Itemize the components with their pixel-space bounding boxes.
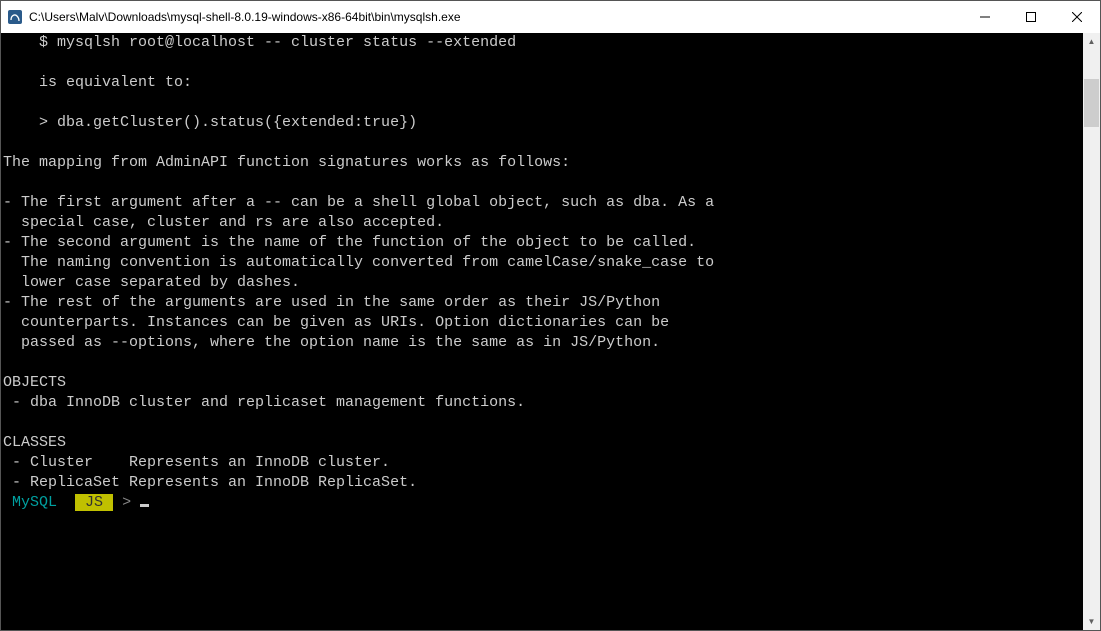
term-line: The mapping from AdminAPI function signa… <box>3 154 570 171</box>
term-line: OBJECTS <box>3 374 66 391</box>
scroll-up-arrow[interactable]: ▲ <box>1083 33 1100 50</box>
term-line: passed as --options, where the option na… <box>3 334 660 351</box>
term-line: - dba InnoDB cluster and replicaset mana… <box>3 394 525 411</box>
term-line: - Cluster Represents an InnoDB cluster. <box>3 454 390 471</box>
terminal[interactable]: $ mysqlsh root@localhost -- cluster stat… <box>1 33 1083 630</box>
titlebar[interactable]: C:\Users\Malv\Downloads\mysql-shell-8.0.… <box>1 1 1100 33</box>
close-button[interactable] <box>1054 1 1100 33</box>
term-line: - ReplicaSet Represents an InnoDB Replic… <box>3 474 417 491</box>
scroll-thumb[interactable] <box>1084 79 1099 127</box>
term-line: is equivalent to: <box>3 74 192 91</box>
prompt-mysql: MySQL <box>3 494 66 511</box>
term-line: - The first argument after a -- can be a… <box>3 194 714 211</box>
term-line: CLASSES <box>3 434 66 451</box>
term-line: $ mysqlsh root@localhost -- cluster stat… <box>3 34 516 51</box>
term-line: counterparts. Instances can be given as … <box>3 314 669 331</box>
prompt-line: MySQL JS > <box>3 494 149 511</box>
scroll-down-arrow[interactable]: ▼ <box>1083 613 1100 630</box>
cursor <box>140 504 149 507</box>
term-line: lower case separated by dashes. <box>3 274 300 291</box>
window-controls <box>962 1 1100 33</box>
app-window: C:\Users\Malv\Downloads\mysql-shell-8.0.… <box>0 0 1101 631</box>
vertical-scrollbar[interactable]: ▲ ▼ <box>1083 33 1100 630</box>
client-area: $ mysqlsh root@localhost -- cluster stat… <box>1 33 1100 630</box>
term-line: > dba.getCluster().status({extended:true… <box>3 114 417 131</box>
term-line: special case, cluster and rs are also ac… <box>3 214 444 231</box>
minimize-button[interactable] <box>962 1 1008 33</box>
term-line: - The rest of the arguments are used in … <box>3 294 660 311</box>
window-title: C:\Users\Malv\Downloads\mysql-shell-8.0.… <box>29 10 962 24</box>
app-icon <box>7 9 23 25</box>
prompt-gt: > <box>122 494 131 511</box>
term-line: - The second argument is the name of the… <box>3 234 696 251</box>
term-line: The naming convention is automatically c… <box>3 254 714 271</box>
maximize-button[interactable] <box>1008 1 1054 33</box>
prompt-js: JS <box>75 494 113 511</box>
